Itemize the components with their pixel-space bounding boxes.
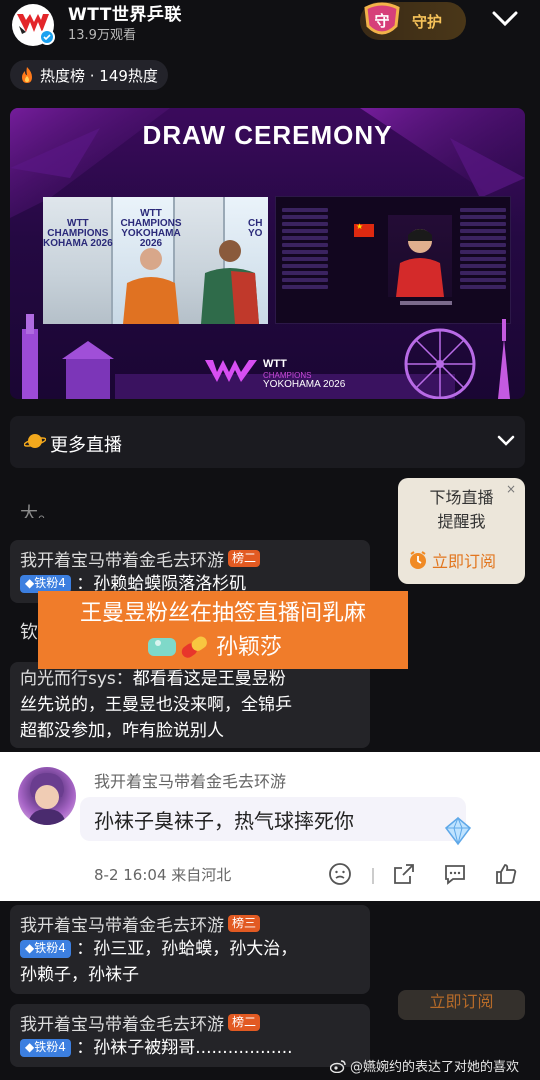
emoji-icon[interactable]	[328, 862, 352, 886]
rank-badge: 榜二	[228, 550, 261, 567]
china-flag-icon	[354, 222, 374, 237]
diamond-icon: ◆	[25, 576, 35, 590]
comment-icon[interactable]	[443, 862, 467, 886]
shield-icon: 守	[364, 2, 400, 35]
fan-badge: ◆铁粉4	[20, 575, 71, 593]
hot-rank-label: 热度榜 · 149热度	[40, 66, 158, 85]
comment-card: 我开着宝马带着金毛去环游 孙袜子臭袜子，热气球摔死你 8-2 16:04 来自河…	[0, 752, 540, 901]
video-title: DRAW CEREMONY	[142, 120, 393, 150]
chat-fragment: 钦	[20, 622, 38, 643]
chevron-down-icon[interactable]	[490, 8, 520, 30]
weibo-icon	[330, 1059, 346, 1073]
fan-badge: ◆铁粉4	[20, 1039, 71, 1057]
chat-username[interactable]: 我开着宝马带着金毛去环游	[20, 911, 224, 936]
wtt-logo-name: WTT	[263, 358, 287, 370]
diamond-icon	[444, 816, 472, 846]
header: WTT世界乒联 13.9万观看 守 守护	[0, 0, 540, 50]
soap-pill-emoji-icon	[148, 636, 207, 658]
live-stream-page: WTT世界乒联 13.9万观看 守 守护 热度榜 · 149热度 DRAW CE…	[0, 0, 540, 1080]
avatar[interactable]	[18, 767, 76, 825]
divider	[372, 868, 374, 884]
channel-avatar[interactable]	[12, 4, 55, 46]
subscribe-button[interactable]: 立即订阅	[408, 548, 518, 572]
chat-text: ：孙三亚，孙蛤蟆，孙大治，	[76, 939, 298, 959]
verified-icon	[39, 29, 55, 45]
subscribe-button-ghost: 立即订阅	[398, 990, 525, 1020]
caption-line2: 孙颖莎	[216, 635, 283, 660]
rank-badge: 榜三	[228, 915, 261, 932]
like-icon[interactable]	[494, 862, 518, 886]
chat-text: ：孙袜子被翔哥..................	[76, 1038, 293, 1058]
channel-name[interactable]: WTT世界乒联	[68, 0, 182, 25]
caption-overlay: 王曼昱粉丝在抽签直播间乳麻 孙颖莎	[38, 591, 408, 669]
comment-text: 孙袜子臭袜子，热气球摔死你	[94, 809, 354, 833]
chat-username[interactable]: 我开着宝马带着金毛去环游	[20, 1010, 224, 1035]
chat-username[interactable]: 我开着宝马带着金毛去环游	[20, 546, 224, 571]
guard-label: 守护	[412, 13, 443, 31]
comment-meta: 8-2 16:04 来自河北	[94, 866, 232, 884]
wtt-logo-city: YOKOHAMA 2026	[263, 379, 346, 390]
chat-message: 我开着宝马带着金毛去环游 榜三 ◆铁粉4 ：孙三亚，孙蛤蟆，孙大治， 孙赖子，孙…	[10, 905, 370, 994]
caption-line1: 王曼昱粉丝在抽签直播间乳麻	[79, 601, 366, 626]
more-live-label: 更多直播	[50, 435, 122, 456]
reminder-text: 下场直播 提醒我	[429, 488, 494, 531]
diamond-icon: ◆	[25, 1040, 35, 1054]
hot-rank-pill[interactable]: 热度榜 · 149热度	[10, 60, 168, 90]
video-player[interactable]: DRAW CEREMONY WTT CHAMPIONS KOHAMA 2026 WT…	[10, 108, 525, 399]
chat-message: 我开着宝马带着金毛去环游 榜二 ◆铁粉4 ：孙袜子被翔哥............…	[10, 1004, 370, 1067]
wtt-champions-logo	[205, 360, 257, 382]
guard-button[interactable]: 守 守护	[360, 2, 466, 40]
fan-badge: ◆铁粉4	[20, 940, 71, 958]
clock-icon	[410, 551, 426, 569]
flame-icon	[22, 67, 32, 83]
chat-fragment: 大。	[20, 504, 56, 518]
comment-bubble: 孙袜子臭袜子，热气球摔死你	[80, 797, 466, 841]
weibo-watermark: @嬿婉约的表达了对她的喜欢	[330, 1056, 519, 1075]
chat-text: 孙赖子，孙袜子	[20, 965, 139, 985]
svg-text:守: 守	[374, 12, 389, 30]
comment-username[interactable]: 我开着宝马带着金毛去环游	[94, 768, 286, 792]
viewer-count: 13.9万观看	[68, 28, 136, 43]
more-live-bar[interactable]: 更多直播	[10, 416, 525, 468]
planet-icon	[24, 434, 46, 448]
subscribe-reminder: × 下场直播 提醒我 立即订阅	[398, 478, 525, 584]
chevron-down-icon[interactable]	[496, 434, 516, 448]
diamond-icon: ◆	[25, 941, 35, 955]
chat-message: 向光而行sys：都看看这是王曼昱粉 丝先说的，王曼昱也没来啊，全锦乒 超都没参加…	[10, 662, 370, 748]
stage-backdrop-text: WTT CHAMPIONS KOHAMA 2026	[43, 218, 113, 249]
share-icon[interactable]	[392, 862, 416, 886]
rank-badge: 榜二	[228, 1014, 261, 1031]
